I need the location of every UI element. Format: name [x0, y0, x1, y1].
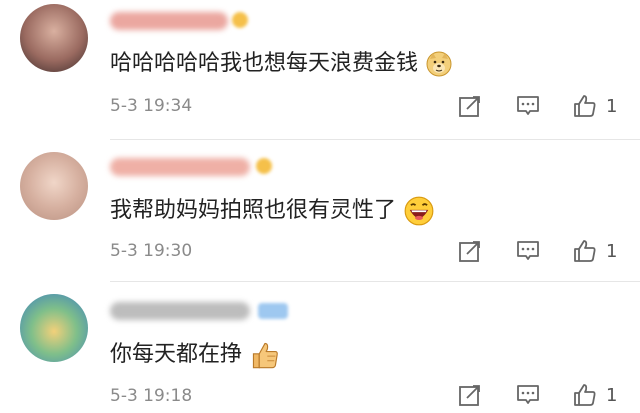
username[interactable]: [110, 158, 250, 176]
comment-item: 我帮助妈妈拍照也很有灵性了 5-3 19:30 1: [0, 140, 640, 280]
doge-emoji-icon: [426, 51, 452, 77]
vip-badge-icon: [256, 158, 272, 174]
thumbs-up-emoji-icon: [252, 342, 278, 369]
comment-text: 哈哈哈哈哈我也想每天浪费金钱: [110, 50, 452, 78]
thumbs-up-icon[interactable]: [572, 93, 598, 119]
comment-timestamp: 5-3 19:30: [110, 241, 193, 261]
comment-text: 你每天都在挣: [110, 340, 280, 370]
comment-icon[interactable]: [515, 93, 541, 119]
username[interactable]: [110, 12, 228, 30]
like-count: 1: [606, 241, 618, 262]
thumbs-up-icon[interactable]: [572, 382, 598, 408]
share-icon[interactable]: [457, 93, 483, 119]
member-badge-icon: [258, 303, 288, 319]
comment-icon[interactable]: [515, 382, 541, 408]
share-icon[interactable]: [457, 238, 483, 264]
comment-timestamp: 5-3 19:34: [110, 96, 193, 116]
vip-badge-icon: [232, 12, 248, 28]
avatar[interactable]: [20, 294, 88, 362]
comment-item: 你每天都在挣 5-3 19:18 1: [0, 282, 640, 413]
like-count: 1: [606, 96, 618, 117]
comment-item: 哈哈哈哈哈我也想每天浪费金钱 5-3 19:34 1: [0, 0, 640, 135]
username[interactable]: [110, 302, 250, 320]
thumbs-up-icon[interactable]: [572, 238, 598, 264]
laughing-emoji-icon: [404, 196, 434, 226]
comment-icon[interactable]: [515, 238, 541, 264]
comment-timestamp: 5-3 19:18: [110, 386, 193, 406]
avatar[interactable]: [20, 152, 88, 220]
share-icon[interactable]: [457, 382, 483, 408]
avatar[interactable]: [20, 4, 88, 72]
comment-text: 我帮助妈妈拍照也很有灵性了: [110, 196, 434, 226]
like-count: 1: [606, 385, 618, 406]
